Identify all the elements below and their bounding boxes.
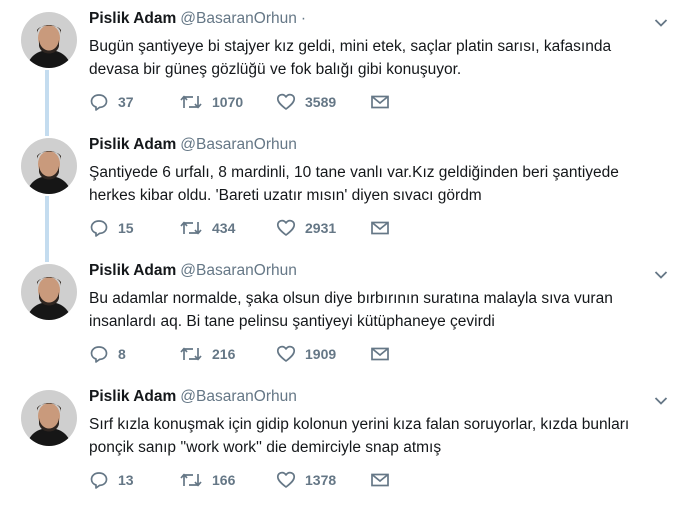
retweet-icon: [180, 95, 202, 109]
direct-message-button[interactable]: [370, 217, 390, 239]
thread-connector: [45, 70, 49, 126]
like-button[interactable]: 1378: [276, 469, 336, 491]
retweet-icon: [180, 473, 202, 487]
tweet-header: Pislik Adam @BasaranOrhun ·: [89, 10, 306, 28]
reply-button[interactable]: 13: [89, 469, 134, 491]
avatar[interactable]: [21, 390, 77, 446]
tweet-header: Pislik Adam @BasaranOrhun: [89, 388, 301, 406]
reply-icon: [90, 94, 108, 111]
tweet-thread: Pislik Adam @BasaranOrhun · Bugün şantiyey…: [0, 0, 690, 507]
chevron-down-icon[interactable]: [654, 393, 668, 405]
envelope-icon: [371, 95, 389, 109]
thread-connector: [45, 126, 49, 136]
thread-connector: [45, 196, 49, 252]
tweet[interactable]: Pislik Adam @BasaranOrhun Bu adamlar norm…: [0, 252, 690, 378]
like-count: 1909: [305, 346, 337, 362]
reply-count: 13: [118, 472, 134, 488]
tweet-text: Bu adamlar normalde, şaka olsun diye bır…: [89, 290, 613, 330]
tweet-header: Pislik Adam @BasaranOrhun: [89, 262, 301, 280]
reply-count: 15: [118, 220, 134, 236]
retweet-count: 1070: [212, 94, 244, 110]
username[interactable]: @BasaranOrhun: [180, 262, 297, 279]
retweet-icon: [180, 221, 202, 235]
like-button[interactable]: 1909: [276, 343, 336, 365]
reply-button[interactable]: 15: [89, 217, 134, 239]
tweet[interactable]: Pislik Adam @BasaranOrhun Sırf kızla konu…: [0, 378, 690, 504]
chevron-down-icon[interactable]: [654, 15, 668, 27]
username[interactable]: @BasaranOrhun: [180, 388, 297, 405]
retweet-count: 166: [212, 472, 236, 488]
like-button[interactable]: 3589: [276, 91, 336, 113]
avatar[interactable]: [21, 12, 77, 68]
direct-message-button[interactable]: [370, 91, 390, 113]
username[interactable]: @BasaranOrhun: [180, 136, 297, 153]
thread-connector: [45, 252, 49, 262]
separator-dot: ·: [300, 10, 307, 27]
envelope-icon: [371, 347, 389, 361]
reply-button[interactable]: 8: [89, 343, 126, 365]
tweet-text: Bugün şantiyeye bi stajyer kız geldi, mi…: [89, 38, 612, 78]
heart-icon: [276, 471, 296, 488]
tweet-text: Şantiyede 6 urfalı, 8 mardinli, 10 tane …: [89, 164, 619, 204]
display-name[interactable]: Pislik Adam: [89, 10, 176, 27]
retweet-count: 434: [212, 220, 236, 236]
retweet-button[interactable]: 434: [179, 217, 235, 239]
avatar[interactable]: [21, 138, 77, 194]
like-button[interactable]: 2931: [276, 217, 336, 239]
heart-icon: [276, 345, 296, 362]
heart-icon: [276, 93, 296, 110]
display-name[interactable]: Pislik Adam: [89, 136, 176, 153]
envelope-icon: [371, 473, 389, 487]
reply-icon: [90, 346, 108, 363]
envelope-icon: [371, 221, 389, 235]
reply-icon: [90, 220, 108, 237]
display-name[interactable]: Pislik Adam: [89, 262, 176, 279]
username[interactable]: @BasaranOrhun: [180, 10, 297, 27]
like-count: 3589: [305, 94, 337, 110]
reply-button[interactable]: 37: [89, 91, 134, 113]
retweet-button[interactable]: 166: [179, 469, 235, 491]
retweet-count: 216: [212, 346, 236, 362]
direct-message-button[interactable]: [370, 469, 390, 491]
like-count: 1378: [305, 472, 337, 488]
retweet-button[interactable]: 216: [179, 343, 235, 365]
like-count: 2931: [305, 220, 337, 236]
tweet[interactable]: Pislik Adam @BasaranOrhun Şantiyede 6 urf…: [0, 126, 690, 252]
avatar[interactable]: [21, 264, 77, 320]
reply-count: 37: [118, 94, 134, 110]
retweet-button[interactable]: 1070: [179, 91, 243, 113]
chevron-down-icon[interactable]: [654, 267, 668, 279]
reply-icon: [90, 472, 108, 489]
retweet-icon: [180, 347, 202, 361]
direct-message-button[interactable]: [370, 343, 390, 365]
display-name[interactable]: Pislik Adam: [89, 388, 176, 405]
tweet[interactable]: Pislik Adam @BasaranOrhun · Bugün şantiyey…: [0, 0, 690, 126]
heart-icon: [276, 219, 296, 236]
tweet-header: Pislik Adam @BasaranOrhun: [89, 136, 301, 154]
reply-count: 8: [118, 346, 126, 362]
tweet-text: Sırf kızla konuşmak için gidip kolonun y…: [89, 416, 630, 456]
